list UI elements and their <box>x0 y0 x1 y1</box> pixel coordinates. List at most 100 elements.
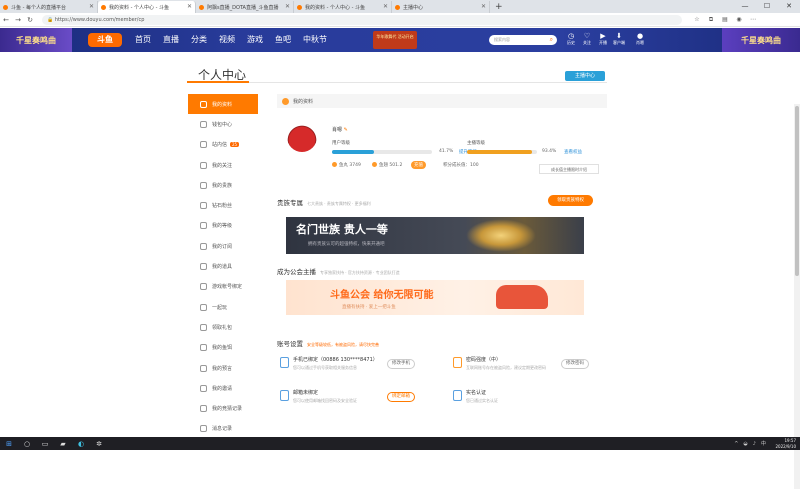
close-tab-icon[interactable]: ✕ <box>89 3 94 10</box>
bind-email-button[interactable]: 绑定邮箱 <box>387 392 415 402</box>
maximize-icon[interactable]: ☐ <box>756 0 778 13</box>
new-tab-icon[interactable]: + <box>495 1 503 13</box>
url-field[interactable]: 🔒 https://www.douyu.com/member/cp <box>42 14 682 25</box>
live-button[interactable]: ▶ 开播 <box>595 28 611 52</box>
search-icon[interactable]: ○ <box>18 440 36 448</box>
close-tab-icon[interactable]: ✕ <box>187 3 192 10</box>
douyu-logo[interactable]: 斗鱼 <box>88 33 122 47</box>
extensions-icon[interactable]: ⧉ <box>704 16 718 24</box>
close-tab-icon[interactable]: ✕ <box>285 3 290 10</box>
avatar[interactable] <box>287 122 317 152</box>
noble-banner[interactable]: 名门世族 贵人一等 拥有贵族认可的超强特权，快来开通吧 <box>286 217 584 254</box>
favorite-icon[interactable]: ☆ <box>690 16 704 24</box>
promo-banner-left[interactable]: 千星奏鸣曲 <box>0 28 72 52</box>
browser-tab[interactable]: 斗鱼 - 每个人的直播平台 ✕ <box>0 1 98 13</box>
browser-tab[interactable]: 阿飘s直播_DOTA直播_斗鱼直播 ✕ <box>196 1 294 13</box>
forward-icon[interactable]: → <box>12 16 24 24</box>
phone-icon <box>280 357 289 368</box>
page-scrollbar[interactable] <box>794 104 800 489</box>
noble-privilege-button[interactable]: 领取贵族特权 <box>548 195 593 206</box>
fishwing-count: 鱼翅 501.2 <box>372 162 402 168</box>
sidebar-item-messages[interactable]: 站内信 25 <box>188 135 258 155</box>
profile-icon[interactable]: ◉ <box>732 16 746 24</box>
close-tab-icon[interactable]: ✕ <box>481 3 486 10</box>
wallet-icon <box>200 120 207 128</box>
growth-tooltip: 成长值主播限时介绍 <box>539 164 599 174</box>
recharge-button[interactable]: 充值 <box>411 161 426 169</box>
noble-crest-image <box>466 219 536 252</box>
sidebar-item-noble[interactable]: 我的贵族 <box>188 175 258 195</box>
file-explorer-icon[interactable]: ▰ <box>54 440 72 448</box>
sidebar-item-invite[interactable]: 我的邀请 <box>188 378 258 398</box>
sidebar-item-gift-pack[interactable]: 领取礼包 <box>188 317 258 337</box>
close-window-icon[interactable]: ✕ <box>778 0 800 13</box>
network-icon[interactable]: ◒ <box>743 441 747 447</box>
browser-tab-active[interactable]: 我的资料 - 个人中心 - 斗鱼 ✕ <box>98 1 196 13</box>
header-actions: ◷ 历史 ♡ 关注 ▶ 开播 ⬇ 客户端 ● 肖嗯 <box>563 28 653 52</box>
search-input[interactable]: 搜索内容 ⌕ <box>489 35 557 45</box>
subscribe-icon <box>200 242 207 250</box>
refresh-icon[interactable]: ↻ <box>24 16 36 24</box>
task-view-icon[interactable]: ▭ <box>36 440 54 448</box>
close-tab-icon[interactable]: ✕ <box>383 3 388 10</box>
sidebar-item-diamond-fans[interactable]: 钻石粉丝 <box>188 195 258 215</box>
edit-icon[interactable]: ✎ <box>344 127 348 133</box>
sidebar-item-props[interactable]: 我的道具 <box>188 256 258 276</box>
lock-icon: 🔒 <box>47 16 54 23</box>
sidebar-item-fish-bait[interactable]: 我的鱼饵 <box>188 338 258 358</box>
sidebar-item-game-account[interactable]: 游戏帐号绑定 <box>188 277 258 297</box>
system-clock[interactable]: 19:57 2022/9/10 <box>775 438 796 449</box>
sidebar-item-guess-record[interactable]: 我的竞猜记录 <box>188 398 258 418</box>
anchor-rights-link[interactable]: 查看权益 <box>564 149 582 155</box>
volume-icon[interactable]: ♪ <box>753 441 756 447</box>
sidebar-item-wallet[interactable]: 钱包中心 <box>188 114 258 134</box>
douyu-favicon-icon <box>395 4 400 10</box>
download-button[interactable]: ⬇ 客户端 <box>611 28 627 52</box>
page-content: 个人中心 主播中心 我的资料 钱包中心 站内信 25 我的关注 我的贵族 钻石粉丝… <box>0 52 800 489</box>
change-password-button[interactable]: 修改密码 <box>561 359 589 369</box>
sidebar-item-profile[interactable]: 我的资料 <box>188 94 258 115</box>
sidebar-item-prediction[interactable]: 我的预言 <box>188 358 258 378</box>
scrollbar-thumb[interactable] <box>795 106 799 276</box>
promo-banner-right[interactable]: 千星奏鸣曲 <box>722 28 800 52</box>
app-icon[interactable]: ✲ <box>90 440 108 448</box>
edge-browser-icon[interactable]: ◐ <box>72 440 90 448</box>
guild-section-title: 成为公会主播 专享独家扶持 · 官方扶持资源 · 专业团队打造 <box>277 268 400 276</box>
windows-start-icon[interactable]: ⊞ <box>0 440 18 448</box>
nav-category[interactable]: 分类 <box>191 28 207 52</box>
browser-tab[interactable]: 我的资料 - 个人中心 - 斗鱼 ✕ <box>294 1 392 13</box>
sidebar-item-message-record[interactable]: 消息记录 <box>188 419 258 439</box>
nav-home[interactable]: 首页 <box>135 28 151 52</box>
user-menu[interactable]: ● 肖嗯 <box>627 28 653 52</box>
guild-banner[interactable]: 斗鱼公会 给你无限可能 直播有扶持 · 爱上一把斗鱼 <box>286 280 584 315</box>
browser-tab[interactable]: 主播中心 ✕ <box>392 1 490 13</box>
douyu-favicon-icon <box>101 4 106 10</box>
sidebar-item-level[interactable]: 我的等级 <box>188 216 258 236</box>
tray-arrow-icon[interactable]: ^ <box>734 441 738 447</box>
anchor-center-button[interactable]: 主播中心 <box>565 71 605 81</box>
phone-binding: 手机已绑定（00886 130****8471） 您可以通过手机号获取相关服务信息 <box>293 357 378 370</box>
collections-icon[interactable]: ▤ <box>718 16 732 24</box>
sidebar-item-subscribe[interactable]: 我的订阅 <box>188 236 258 256</box>
nav-fishbar[interactable]: 鱼吧 <box>275 28 291 52</box>
browser-toolbar-icons: ☆ ⧉ ▤ ◉ ⋯ <box>690 16 760 24</box>
event-banner[interactable]: 华年歌舞代 活动开启 <box>373 31 417 49</box>
input-method-icon[interactable]: 中 <box>761 440 766 447</box>
browser-tab-strip: 斗鱼 - 每个人的直播平台 ✕ 我的资料 - 个人中心 - 斗鱼 ✕ 阿飘s直播_D… <box>0 0 800 13</box>
nav-live[interactable]: 直播 <box>163 28 179 52</box>
search-icon[interactable]: ⌕ <box>550 35 553 45</box>
back-icon[interactable]: ← <box>0 16 12 24</box>
system-tray: ^ ◒ ♪ 中 <box>729 437 766 450</box>
nav-video[interactable]: 视频 <box>219 28 235 52</box>
nav-game[interactable]: 游戏 <box>247 28 263 52</box>
sidebar-item-follow[interactable]: 我的关注 <box>188 155 258 175</box>
more-icon[interactable]: ⋯ <box>746 16 760 24</box>
nav-festival[interactable]: 中秋节 <box>303 28 327 52</box>
follow-button[interactable]: ♡ 关注 <box>579 28 595 52</box>
change-phone-button[interactable]: 修改手机 <box>387 359 415 369</box>
minimize-icon[interactable]: — <box>734 0 756 13</box>
sidebar-item-play-together[interactable]: 一起玩 <box>188 297 258 317</box>
history-button[interactable]: ◷ 历史 <box>563 28 579 52</box>
douyu-favicon-icon <box>3 4 8 10</box>
main-nav: 首页 直播 分类 视频 游戏 鱼吧 中秋节 <box>135 28 339 52</box>
